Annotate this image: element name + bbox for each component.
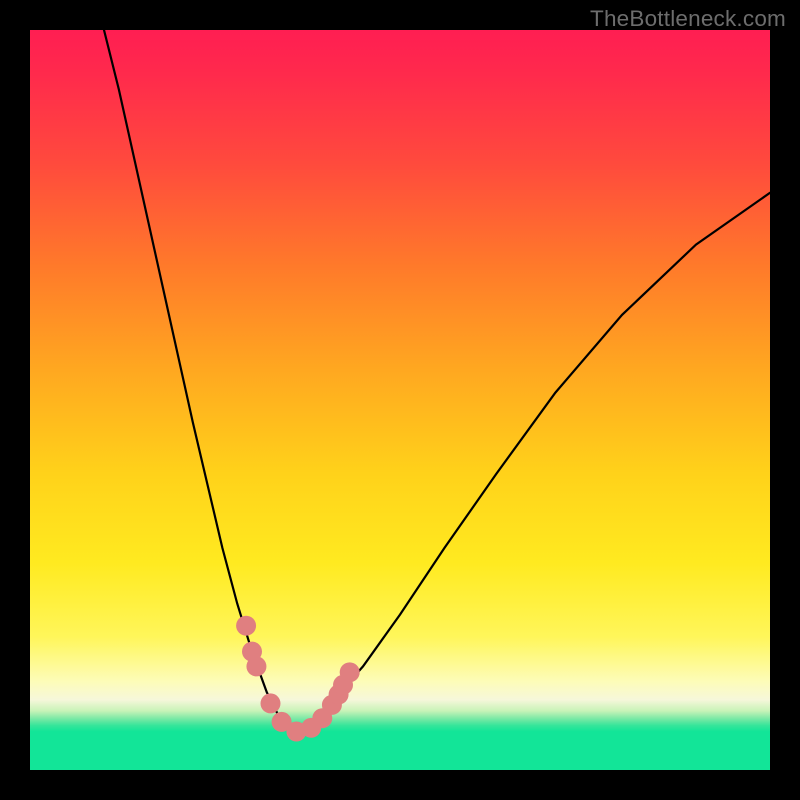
highlighted-points xyxy=(236,616,360,742)
curve-left-branch xyxy=(104,30,293,733)
marker-point xyxy=(236,616,256,636)
curve-right-branch xyxy=(293,193,770,733)
plot-area xyxy=(30,30,770,770)
chart-svg xyxy=(30,30,770,770)
marker-point xyxy=(340,662,360,682)
marker-point xyxy=(246,656,266,676)
marker-point xyxy=(261,693,281,713)
watermark-text: TheBottleneck.com xyxy=(590,6,786,32)
outer-frame: TheBottleneck.com xyxy=(0,0,800,800)
